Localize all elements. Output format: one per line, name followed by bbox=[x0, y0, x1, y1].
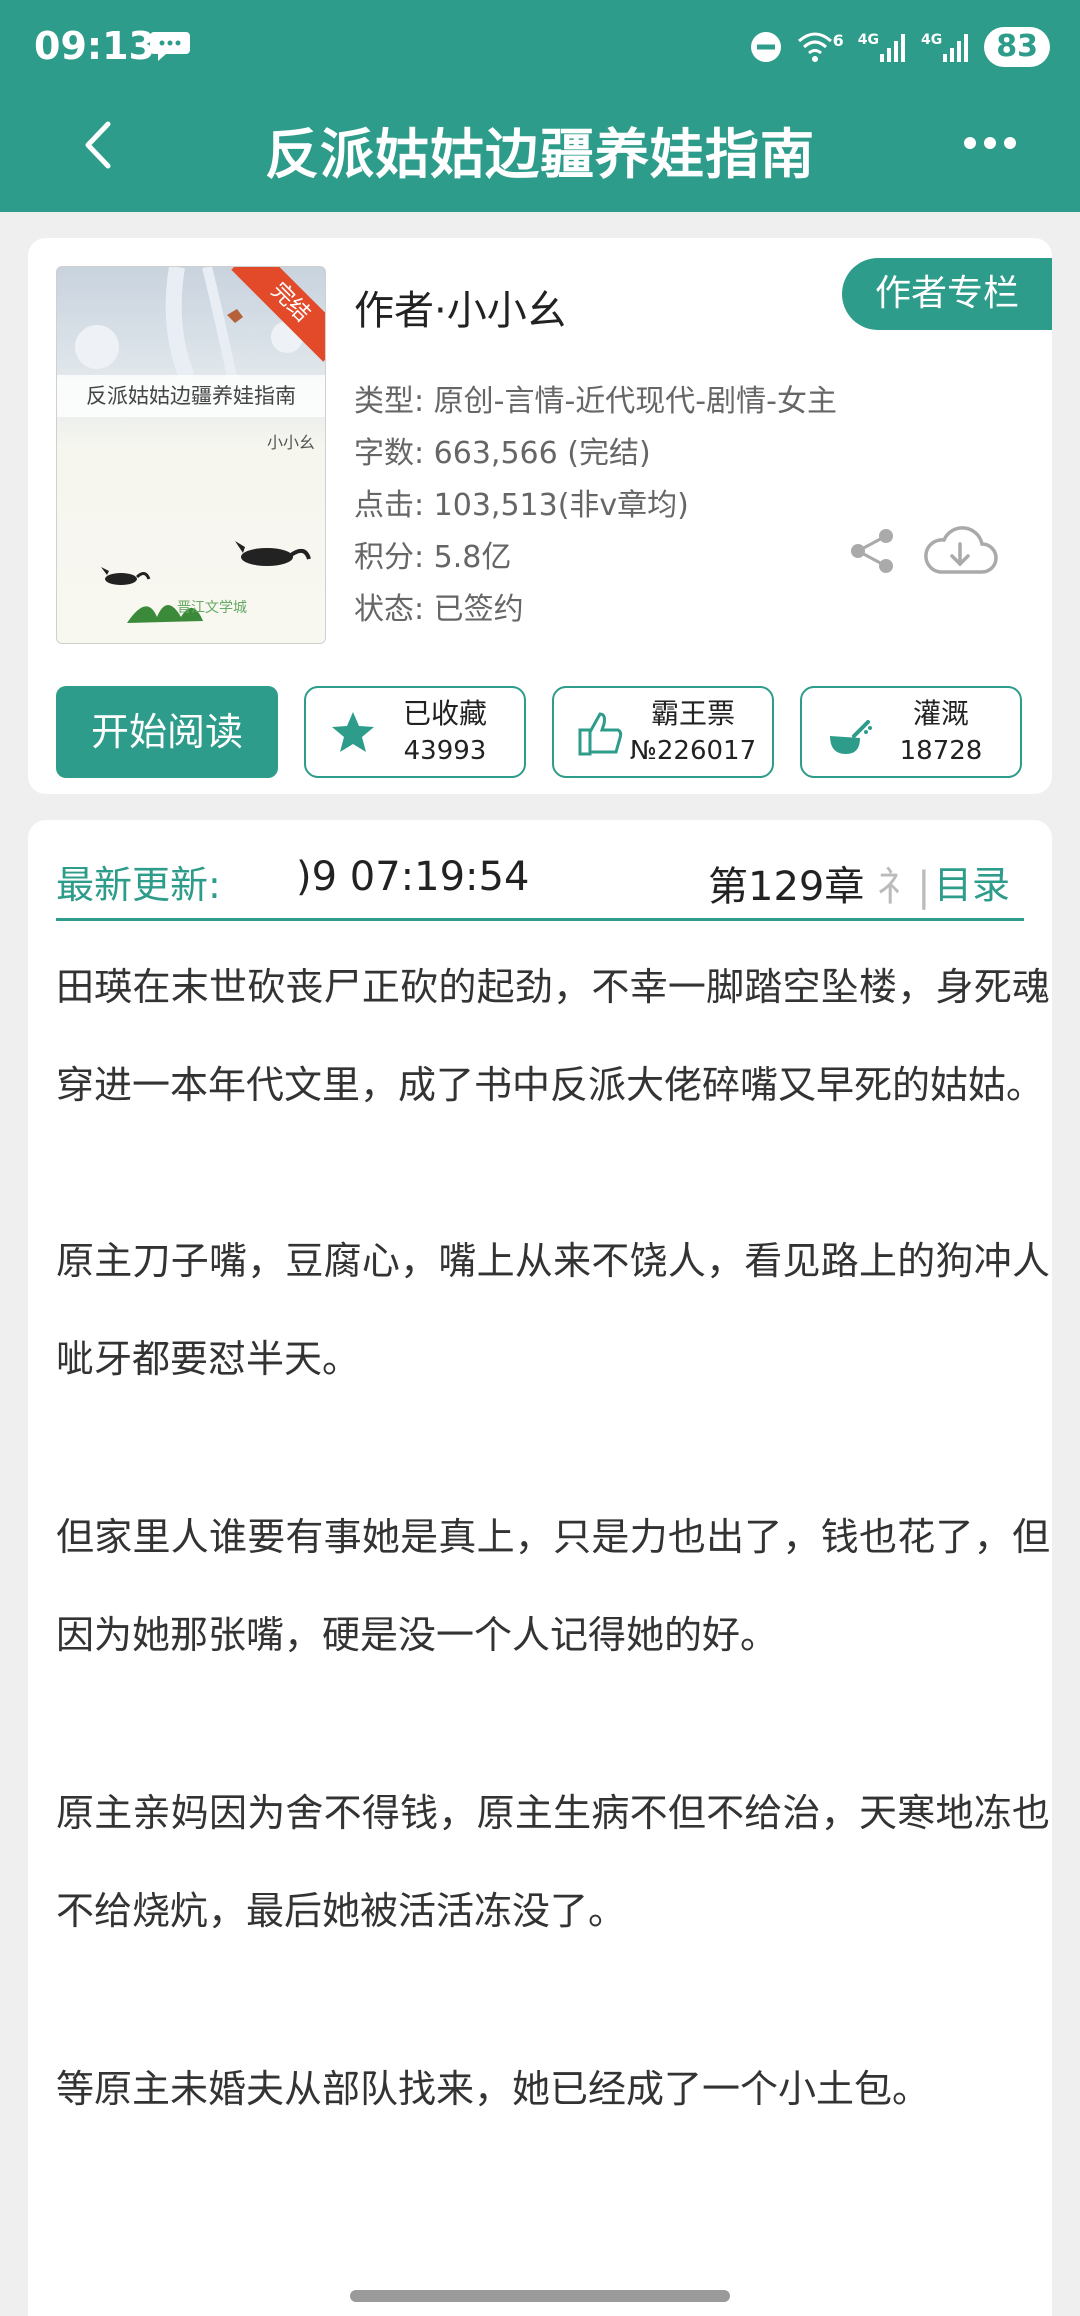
vote-label: 霸王票 bbox=[650, 697, 735, 730]
cover-author: 小小幺 bbox=[267, 433, 316, 452]
water-button[interactable]: 灌溉 18728 bbox=[800, 686, 1022, 778]
favorite-count: 43993 bbox=[403, 736, 487, 766]
water-count: 18728 bbox=[899, 736, 983, 766]
network-type-1: 4G bbox=[857, 32, 880, 48]
latest-chapter-number: 第129章 bbox=[708, 864, 865, 910]
message-icon bbox=[150, 32, 190, 61]
share-icon[interactable] bbox=[848, 526, 898, 576]
start-reading-button[interactable]: 开始阅读 bbox=[56, 686, 278, 778]
book-info-card: 反派姑姑边疆养娃指南 小小幺 完结 晋江文学城 作者·小小幺 作者专栏 类型: … bbox=[28, 238, 1052, 794]
battery-indicator: 83 bbox=[984, 27, 1050, 67]
book-type: 类型: 原创-言情-近代现代-剧情-女主 bbox=[354, 384, 837, 419]
table-of-contents-link[interactable]: 目录 bbox=[934, 854, 1010, 909]
cover-publisher-logo: 晋江文学城 bbox=[177, 600, 247, 616]
latest-update-label: 最新更新: bbox=[56, 863, 221, 907]
latest-chapter[interactable]: 第129章 礻| bbox=[708, 854, 931, 912]
book-score: 积分: 5.8亿 bbox=[354, 540, 512, 575]
page-title: 反派姑姑边疆养娃指南 bbox=[265, 123, 815, 186]
status-time: 09:13 bbox=[34, 24, 155, 68]
synopsis-paragraph: 原主亲妈因为舍不得钱，原主生病不但不给治，天寒地冻也不给烧炕，最后她被活活冻没了… bbox=[56, 1791, 1050, 1933]
latest-update-time: )9 07:19:54 bbox=[296, 854, 530, 900]
author-column-button[interactable]: 作者专栏 bbox=[842, 258, 1052, 330]
synopsis-paragraph: 原主刀子嘴，豆腐心，嘴上从来不饶人，看见路上的狗冲人呲牙都要怼半天。 bbox=[56, 1239, 1050, 1381]
synopsis-card: 最新更新: )9 07:19:54 第129章 礻| 目录 田瑛在末世砍丧尸正砍… bbox=[28, 820, 1052, 2316]
latest-update-row[interactable]: 最新更新: )9 07:19:54 第129章 礻| 目录 bbox=[56, 840, 1024, 921]
signal-icon bbox=[943, 34, 969, 62]
signal-icon bbox=[880, 34, 906, 62]
favorite-label: 已收藏 bbox=[402, 697, 487, 730]
book-clicks: 点击: 103,513(非v章均) bbox=[354, 488, 689, 523]
status-bar: 09:13 6 4G 4G 83 bbox=[0, 0, 1080, 92]
favorite-button[interactable]: 已收藏 43993 bbox=[304, 686, 526, 778]
signal-1: 4G bbox=[858, 32, 907, 62]
wifi-icon: 6 bbox=[797, 31, 844, 63]
vote-count: №226017 bbox=[629, 736, 757, 766]
latest-chapter-title: 礻| bbox=[877, 864, 931, 910]
cover-title: 反派姑姑边疆养娃指南 bbox=[57, 375, 325, 417]
more-options-icon[interactable] bbox=[960, 132, 1020, 154]
nav-row: 反派姑姑边疆养娃指南 bbox=[0, 92, 1080, 212]
book-word-count: 字数: 663,566 (完结) bbox=[354, 436, 651, 471]
synopsis-paragraph: 但家里人谁要有事她是真上，只是力也出了，钱也花了，但因为她那张嘴，硬是没一个人记… bbox=[56, 1515, 1050, 1657]
book-cover[interactable]: 反派姑姑边疆养娃指南 小小幺 完结 晋江文学城 bbox=[56, 266, 326, 644]
network-type-2: 4G bbox=[921, 32, 943, 48]
top-app-bar: 09:13 6 4G 4G 83 反派姑姑边疆养娃指南 bbox=[0, 0, 1080, 212]
water-label: 灌溉 bbox=[912, 697, 969, 730]
vote-ticket-button[interactable]: 霸王票 №226017 bbox=[552, 686, 774, 778]
gesture-home-bar[interactable] bbox=[350, 2290, 730, 2302]
book-status: 状态: 已签约 bbox=[354, 592, 524, 627]
synopsis-paragraph: 田瑛在末世砍丧尸正砍的起劲，不幸一脚踏空坠楼，身死魂穿进一本年代文里，成了书中反… bbox=[56, 965, 1050, 1107]
signal-2: 4G bbox=[921, 32, 970, 62]
author-name[interactable]: 作者·小小幺 bbox=[354, 278, 567, 336]
synopsis-paragraph: 等原主未婚夫从部队找来，她已经成了一个小土包。 bbox=[56, 2067, 931, 2111]
cloud-download-icon[interactable] bbox=[920, 520, 1000, 580]
dnd-icon bbox=[750, 32, 781, 62]
wifi-number: 6 bbox=[832, 31, 844, 50]
